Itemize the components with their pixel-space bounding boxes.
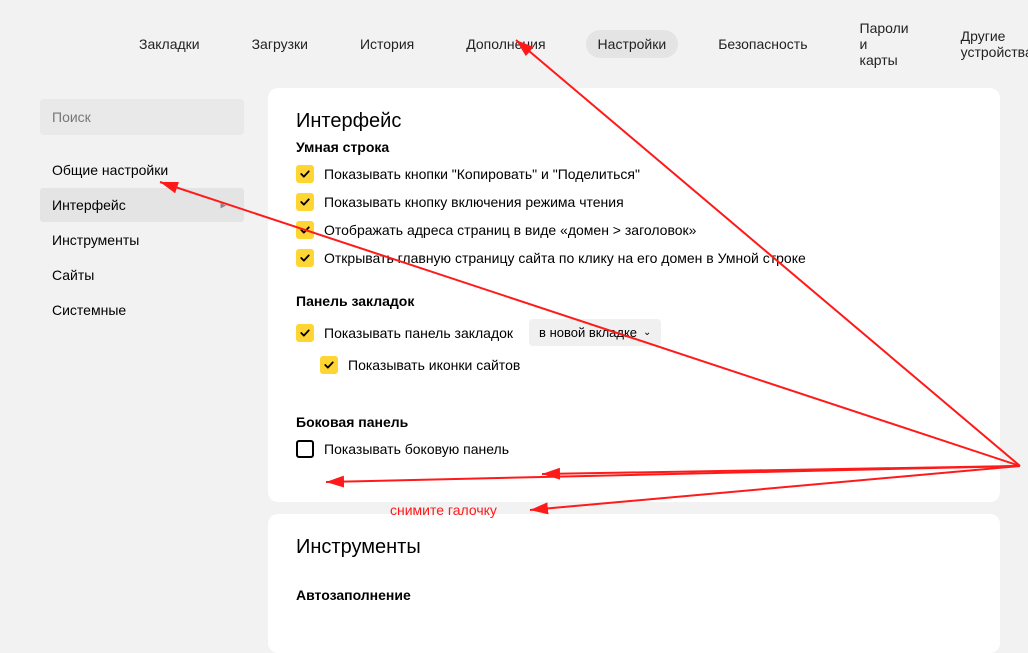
opt-label: Показывать кнопку включения режима чтени…	[324, 194, 624, 210]
tab-downloads[interactable]: Загрузки	[240, 30, 320, 58]
checkbox-open-main[interactable]	[296, 249, 314, 267]
opt-show-icons[interactable]: Показывать иконки сайтов	[320, 356, 972, 374]
sidebar-item-tools[interactable]: Инструменты	[40, 223, 244, 257]
checkbox-show-icons[interactable]	[320, 356, 338, 374]
tools-title: Инструменты	[296, 536, 972, 559]
opt-label: Показывать иконки сайтов	[348, 357, 520, 373]
opt-label: Показывать кнопки "Копировать" и "Подели…	[324, 166, 640, 182]
sidepanel-heading: Боковая панель	[296, 414, 972, 430]
opt-show-sidepanel[interactable]: Показывать боковую панель	[296, 440, 972, 458]
interface-title: Интерфейс	[296, 110, 972, 133]
checkbox-copy-share[interactable]	[296, 165, 314, 183]
opt-label: Показывать панель закладок	[324, 325, 513, 341]
opt-label: Открывать главную страницу сайта по клик…	[324, 250, 806, 266]
tab-addons[interactable]: Дополнения	[454, 30, 557, 58]
tab-security[interactable]: Безопасность	[706, 30, 819, 58]
tab-settings[interactable]: Настройки	[586, 30, 679, 58]
bookmarks-bar-select[interactable]: в новой вкладке ⌄	[529, 319, 661, 346]
checkbox-domain-title[interactable]	[296, 221, 314, 239]
sidebar-item-system[interactable]: Системные	[40, 293, 244, 327]
checkbox-show-sidepanel[interactable]	[296, 440, 314, 458]
opt-label: Показывать боковую панель	[324, 441, 509, 457]
checkbox-show-bookmarks[interactable]	[296, 324, 314, 342]
tab-devices[interactable]: Другие устройства	[949, 22, 1028, 66]
select-value: в новой вкладке	[539, 325, 637, 340]
chevron-down-icon: ⌄	[643, 327, 651, 338]
search-input[interactable]: Поиск	[40, 99, 244, 135]
opt-label: Отображать адреса страниц в виде «домен …	[324, 222, 696, 238]
chevron-right-icon: ▸	[220, 199, 226, 212]
sidebar-item-general[interactable]: Общие настройки	[40, 153, 244, 187]
opt-show-bookmarks-bar[interactable]: Показывать панель закладок в новой вклад…	[296, 319, 972, 346]
smartline-heading: Умная строка	[296, 139, 972, 155]
opt-domain-title[interactable]: Отображать адреса страниц в виде «домен …	[296, 221, 972, 239]
annotation-remove-check: снимите галочку	[390, 502, 497, 518]
checkbox-reader[interactable]	[296, 193, 314, 211]
interface-card: Интерфейс Умная строка Показывать кнопки…	[268, 88, 1000, 502]
tab-history[interactable]: История	[348, 30, 426, 58]
tools-card: Инструменты Автозаполнение	[268, 514, 1000, 653]
tab-passwords[interactable]: Пароли и карты	[848, 14, 921, 74]
bookmarks-heading: Панель закладок	[296, 293, 972, 309]
opt-reader[interactable]: Показывать кнопку включения режима чтени…	[296, 193, 972, 211]
sidebar-item-sites[interactable]: Сайты	[40, 258, 244, 292]
sidebar-item-label: Интерфейс	[52, 197, 126, 213]
opt-open-main[interactable]: Открывать главную страницу сайта по клик…	[296, 249, 972, 267]
sidebar-item-interface[interactable]: Интерфейс ▸	[40, 188, 244, 222]
opt-copy-share[interactable]: Показывать кнопки "Копировать" и "Подели…	[296, 165, 972, 183]
tab-bookmarks[interactable]: Закладки	[127, 30, 212, 58]
top-tabs: Закладки Загрузки История Дополнения Нас…	[0, 0, 1028, 88]
autofill-heading: Автозаполнение	[296, 587, 972, 603]
sidebar: Поиск Общие настройки Интерфейс ▸ Инстру…	[40, 88, 244, 653]
main-content: Интерфейс Умная строка Показывать кнопки…	[268, 88, 1000, 653]
